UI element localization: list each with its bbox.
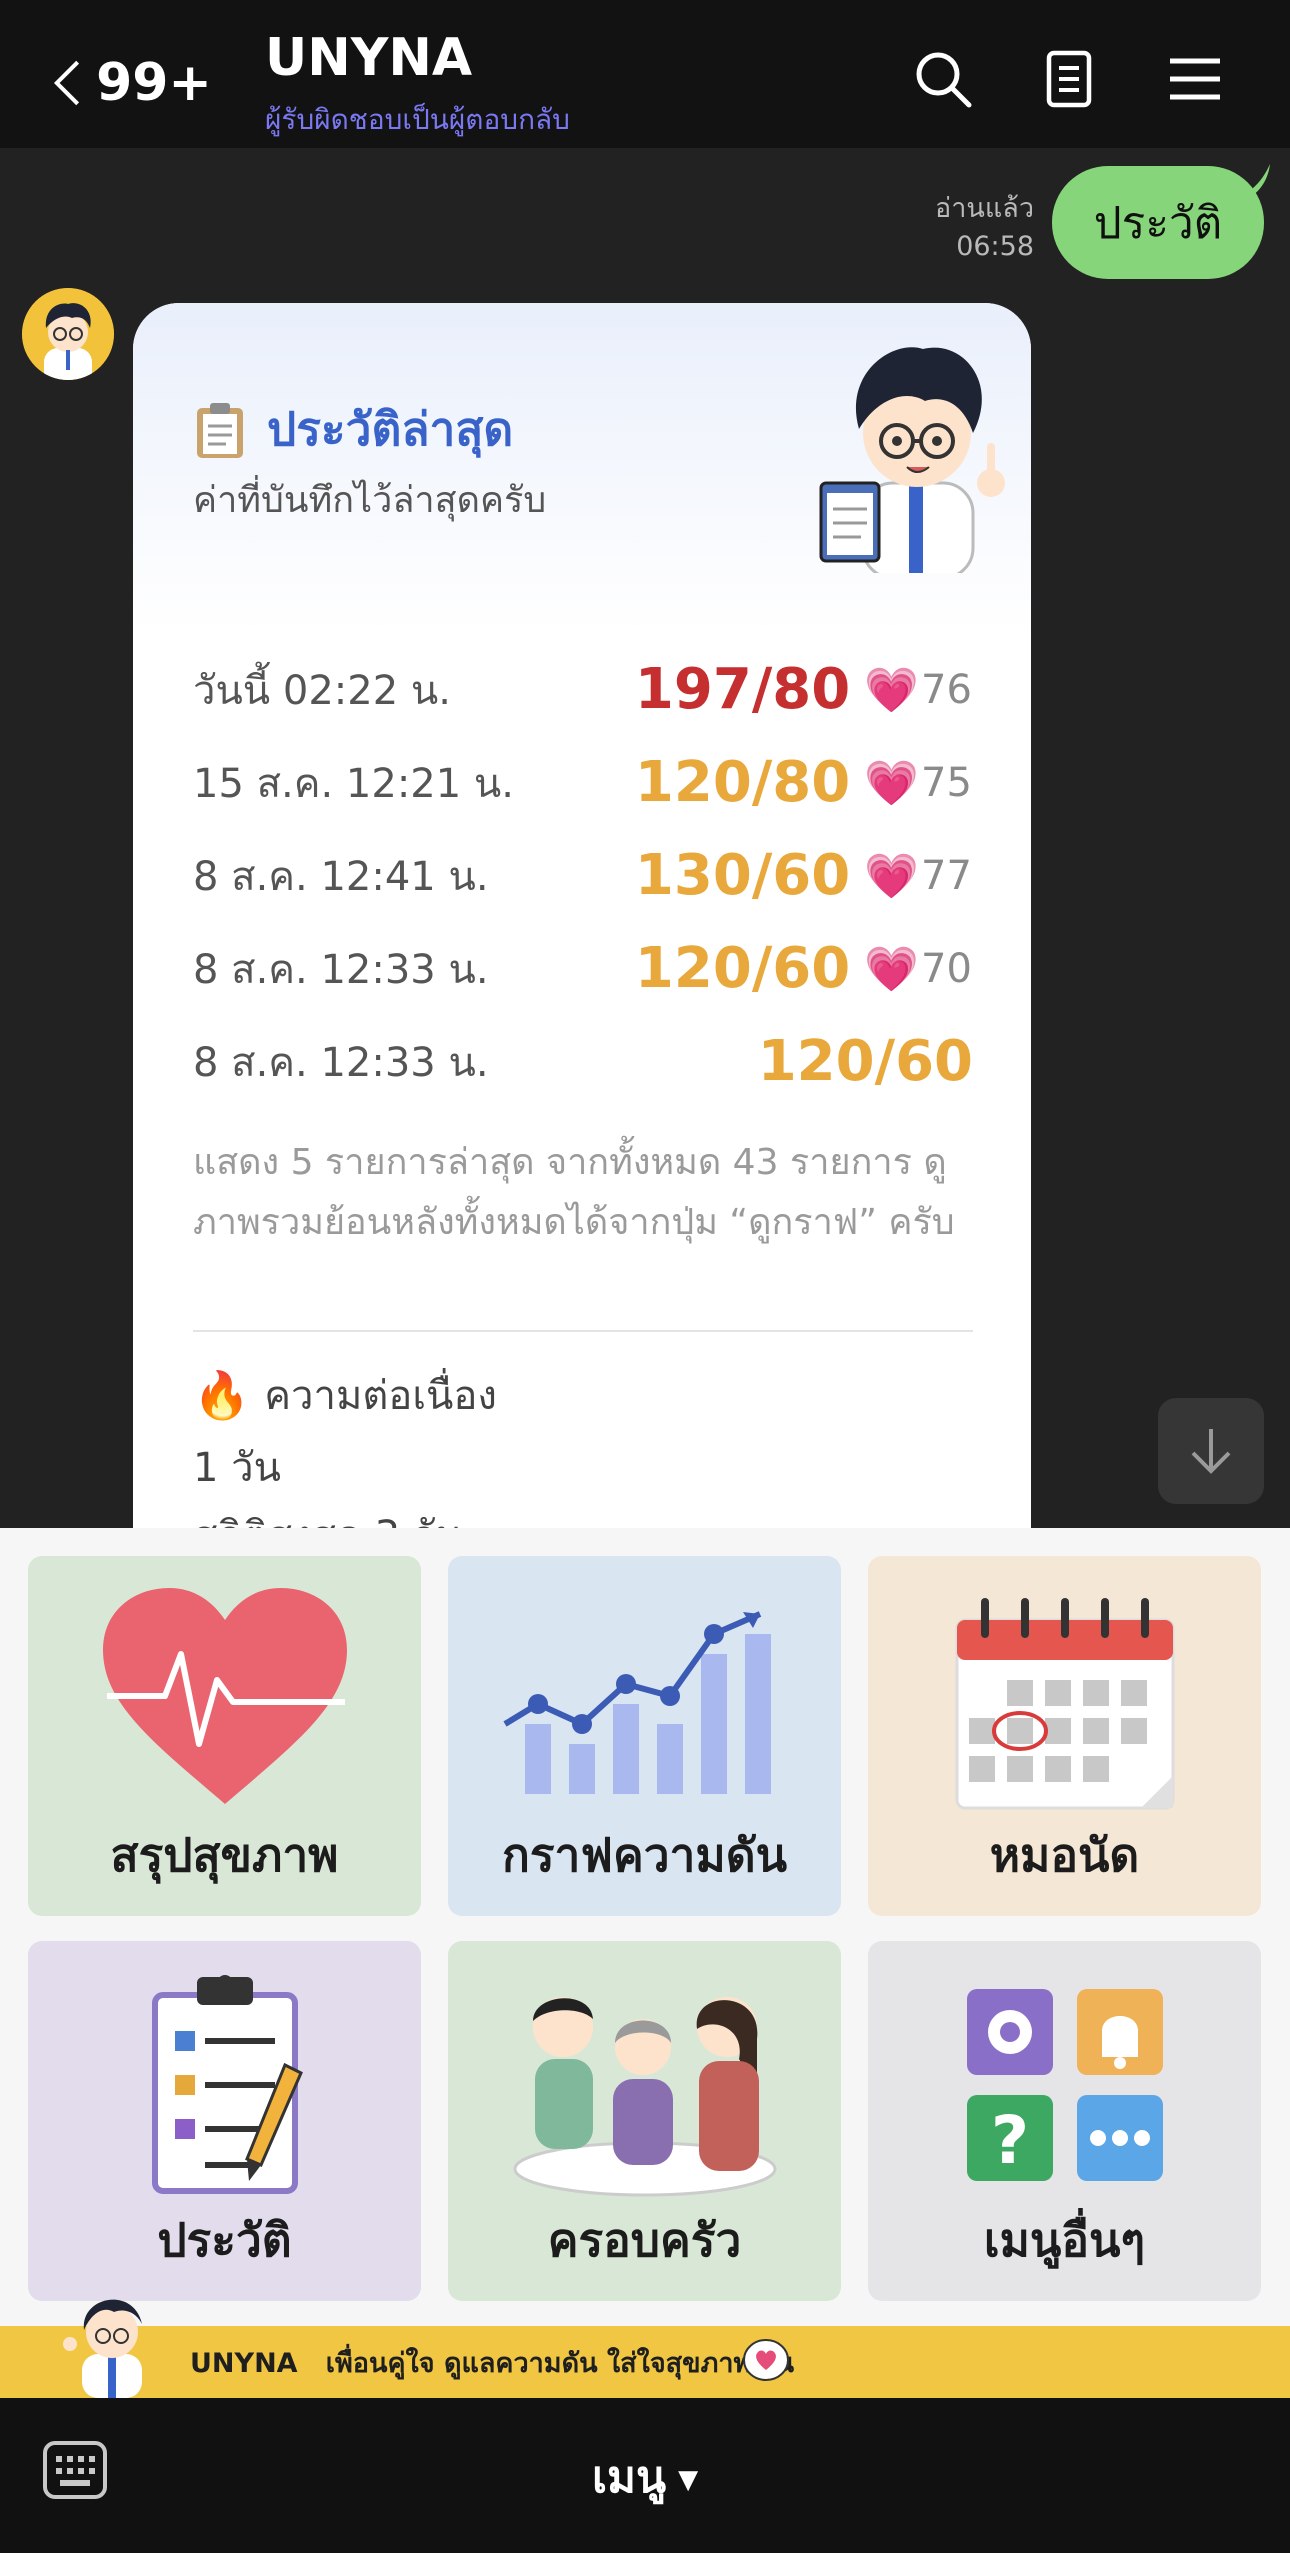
row-datetime: วันนี้ 02:22 น. <box>193 667 451 714</box>
tile-label: ประวัติ <box>157 2213 292 2267</box>
streak-label: ความต่อเนื่อง <box>264 1373 497 1419</box>
hamburger-menu-button[interactable] <box>1160 44 1230 114</box>
menu-toggle-label: เมนู <box>591 2452 667 2503</box>
chat-subtitle: ผู้รับผิดชอบเป็นผู้ตอบกลับ <box>265 103 570 136</box>
streak-heading: 🔥 ความต่อเนื่อง <box>193 1363 497 1427</box>
card-divider <box>193 1330 973 1332</box>
menu-tile-family[interactable]: ครอบครัว <box>448 1941 841 2301</box>
card-subtitle: ค่าที่บันทึกไว้ล่าสุดครับ <box>193 480 547 521</box>
search-button[interactable] <box>908 44 978 114</box>
history-row: 15 ส.ค. 12:21 น. 120/80 💗 75 <box>193 736 973 829</box>
row-datetime: 8 ส.ค. 12:33 น. <box>193 1039 489 1086</box>
back-button[interactable]: 99+ <box>52 48 212 118</box>
heart-pulse-icon <box>102 1588 347 1804</box>
streak-best: สถิติสูงสุด 3 วัน <box>193 1503 463 1528</box>
family-icon <box>513 1997 776 2197</box>
read-status: อ่านแล้ว <box>935 193 1034 224</box>
menu-tile-more[interactable]: ? เมนูอื่นๆ <box>868 1941 1261 2301</box>
menu-tile-bp-graph[interactable]: กราฟความดัน <box>448 1556 841 1916</box>
heart-icon: 💗 <box>864 757 919 809</box>
menu-tile-appointment[interactable]: หมอนัด <box>868 1556 1261 1916</box>
document-icon <box>1046 50 1092 108</box>
history-note: แสดง 5 รายการล่าสุด จากทั้งหมด 43 รายการ… <box>193 1142 955 1243</box>
notes-button[interactable] <box>1034 44 1104 114</box>
blood-pressure-value: 130/60 <box>634 843 851 908</box>
blood-pressure-value: 120/80 <box>634 750 851 815</box>
arrow-down-icon <box>1191 1429 1231 1474</box>
chevron-left-icon <box>53 60 80 106</box>
heart-bubble-icon <box>743 2339 789 2381</box>
row-values: 120/60 <box>758 1029 973 1094</box>
calendar-icon <box>955 1598 1174 1810</box>
bar-chart-icon <box>502 1611 771 1794</box>
promo-banner: UNYNA เพื่อนคู่ใจ ดูแลความดัน ใส่ใจสุขภา… <box>0 2326 1290 2398</box>
heart-icon: 💗 <box>864 943 919 995</box>
history-row: วันนี้ 02:22 น. 197/80 💗 76 <box>193 643 973 736</box>
row-values: 130/60 💗 77 <box>635 843 973 908</box>
mascot-icon <box>63 2299 142 2398</box>
blood-pressure-value: 120/60 <box>757 1029 973 1094</box>
history-row: 8 ส.ค. 12:33 น. 120/60 💗 70 <box>193 922 973 1015</box>
rich-menu: สรุปสุขภาพ กราฟความดัน หมอนัด ประวัติ คร… <box>0 1528 1290 2398</box>
history-row: 8 ส.ค. 12:33 น. 120/60 <box>193 1015 973 1108</box>
doctor-mascot-icon <box>819 347 1005 573</box>
heart-icon: 💗 <box>864 664 919 716</box>
tile-label: เมนูอื่นๆ <box>983 2213 1146 2267</box>
pulse-value: 75 <box>921 759 972 806</box>
checklist-icon <box>151 1975 303 2194</box>
tile-label: หมอนัด <box>989 1828 1140 1882</box>
svg-text:?: ? <box>990 2102 1028 2179</box>
history-list: วันนี้ 02:22 น. 197/80 💗 76 15 ส.ค. 12:21 น.… <box>193 643 973 1108</box>
row-datetime: 8 ส.ค. 12:33 น. <box>193 946 489 993</box>
search-icon <box>916 52 972 108</box>
row-values: 120/80 💗 75 <box>635 750 973 815</box>
chat-header: 99+ UNYNA ผู้รับผิดชอบเป็นผู้ตอบกลับ <box>0 0 1290 148</box>
banner-slogan: เพื่อนคู่ใจ ดูแลความดัน ใส่ใจสุขภาพคุณ <box>325 2348 795 2379</box>
message-meta: อ่านแล้ว 06:58 <box>935 190 1034 266</box>
row-datetime: 15 ส.ค. 12:21 น. <box>193 760 514 807</box>
fire-icon: 🔥 <box>193 1367 251 1422</box>
tile-label: กราฟความดัน <box>501 1828 788 1882</box>
banner-text: UNYNA เพื่อนคู่ใจ ดูแลความดัน ใส่ใจสุขภา… <box>190 2341 794 2384</box>
more-menu-icon: ? <box>966 1989 1163 2181</box>
menu-tile-history[interactable]: ประวัติ <box>28 1941 421 2301</box>
card-title-text: ประวัติล่าสุด <box>267 402 514 456</box>
blood-pressure-value: 120/60 <box>634 936 851 1001</box>
row-values: 197/80 💗 76 <box>635 657 973 722</box>
streak-value: 1 วัน <box>193 1445 281 1491</box>
caret-down-icon: ▼ <box>678 2465 699 2495</box>
row-values: 120/60 💗 70 <box>635 936 973 1001</box>
row-datetime: 8 ส.ค. 12:41 น. <box>193 853 489 900</box>
unread-count: 99+ <box>96 53 212 113</box>
my-message-bubble[interactable]: ประวัติ <box>1052 166 1264 279</box>
pulse-value: 70 <box>921 945 972 992</box>
banner-brand: UNYNA <box>190 2348 298 2379</box>
tile-label: สรุปสุขภาพ <box>110 1828 339 1882</box>
blood-pressure-value: 197/80 <box>634 657 851 722</box>
chat-area[interactable]: อ่านแล้ว 06:58 ประวัติ ประวัติล่าสุด ค่า… <box>0 148 1290 1528</box>
hamburger-icon <box>1170 58 1220 100</box>
bot-avatar[interactable] <box>22 288 114 380</box>
chat-title: UNYNA <box>265 28 473 88</box>
menu-tile-health-summary[interactable]: สรุปสุขภาพ <box>28 1556 421 1916</box>
history-row: 8 ส.ค. 12:41 น. 130/60 💗 77 <box>193 829 973 922</box>
bottom-bar: เมนู ▼ <box>0 2398 1290 2553</box>
history-card: ประวัติล่าสุด ค่าที่บันทึกไว้ล่าสุดครับ … <box>133 303 1031 1528</box>
clipboard-icon <box>197 402 243 458</box>
heart-icon: 💗 <box>864 850 919 902</box>
pulse-value: 77 <box>921 852 972 899</box>
message-time: 06:58 <box>956 231 1034 262</box>
tile-label: ครอบครัว <box>547 2213 742 2267</box>
doctor-avatar-icon <box>22 288 114 380</box>
pulse-value: 76 <box>921 666 972 713</box>
rich-menu-toggle[interactable]: เมนู ▼ <box>0 2442 1290 2512</box>
card-title: ประวัติล่าสุด <box>193 393 513 466</box>
scroll-to-bottom-button[interactable] <box>1158 1398 1264 1504</box>
